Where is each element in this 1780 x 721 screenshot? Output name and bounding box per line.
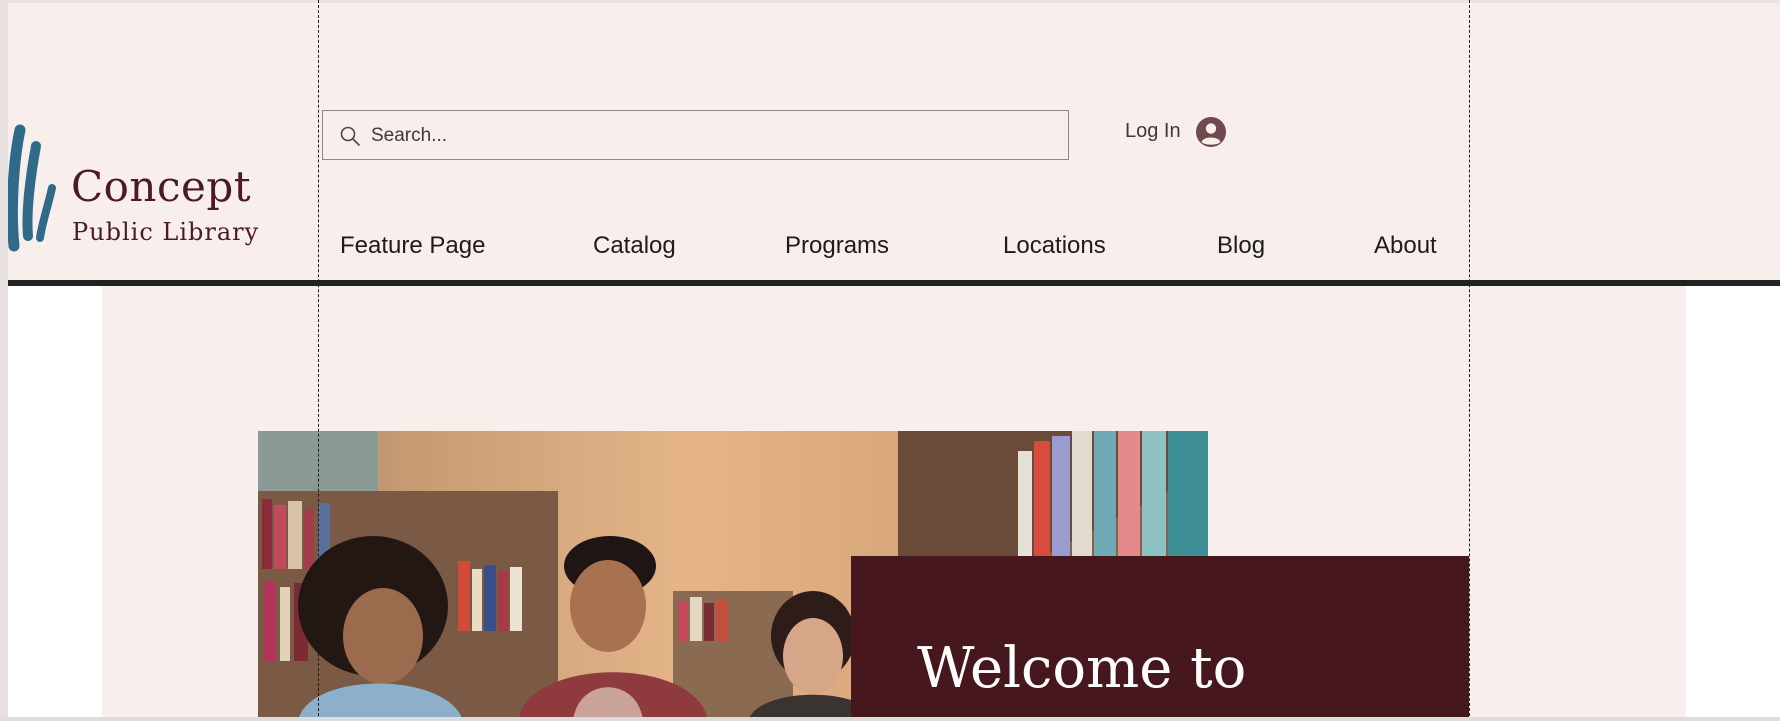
search-input[interactable] [369,111,1053,160]
nav-item-programs[interactable]: Programs [785,232,889,260]
layout-guide-left [318,0,319,721]
nav-item-feature-page[interactable]: Feature Page [340,232,485,260]
site-title[interactable]: Concept [71,162,251,211]
welcome-panel: Welcome to [851,556,1469,721]
welcome-heading: Welcome to [917,636,1247,701]
search-icon[interactable] [339,125,361,147]
login-button[interactable]: Log In [1125,120,1181,143]
bottom-edge [0,717,1780,721]
search-box[interactable] [322,110,1069,160]
nav-item-blog[interactable]: Blog [1217,232,1265,260]
user-avatar-icon[interactable] [1195,116,1227,148]
nav-item-locations[interactable]: Locations [1003,232,1106,260]
nav-item-about[interactable]: About [1374,232,1437,260]
nav-item-catalog[interactable]: Catalog [593,232,676,260]
top-edge [0,0,1780,3]
left-edge [0,0,8,721]
main-nav: Feature Page Catalog Programs Locations … [0,232,1780,272]
layout-guide-right [1469,0,1470,721]
